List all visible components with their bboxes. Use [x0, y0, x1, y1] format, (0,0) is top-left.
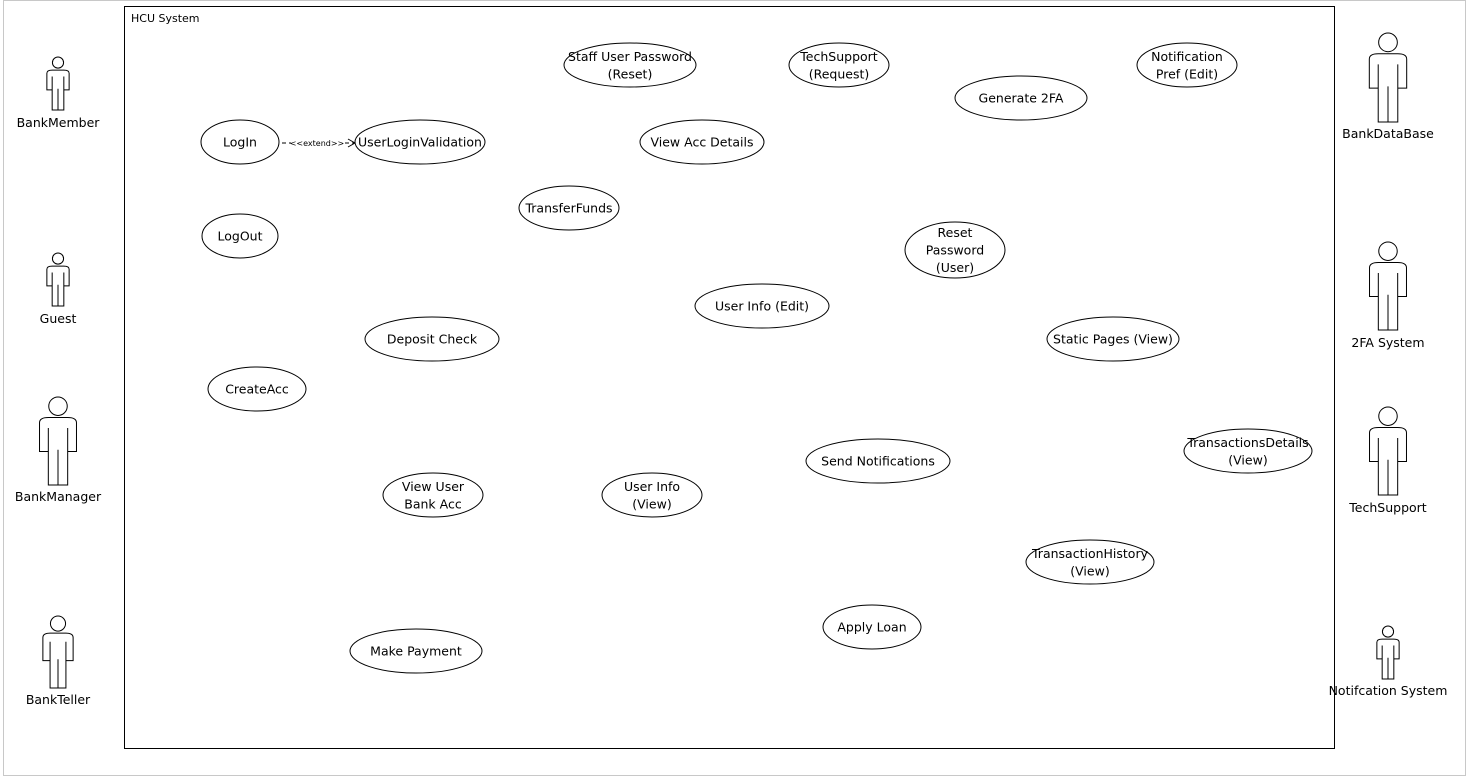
use-case-user-login-validation[interactable]: UserLoginValidation: [354, 119, 486, 165]
use-case-apply-loan[interactable]: Apply Loan: [822, 604, 922, 650]
use-case-label: LogOut: [218, 229, 263, 244]
use-case-label: View Acc Details: [650, 135, 753, 150]
use-case-label: TransferFunds: [524, 201, 612, 216]
actor-head-icon: [49, 615, 67, 632]
use-case-generate-2fa[interactable]: Generate 2FA: [954, 75, 1088, 121]
use-case-user-info-edit[interactable]: User Info (Edit): [694, 283, 830, 329]
use-case-label: TransactionsDetails: [1186, 435, 1308, 450]
extend-label: <<extend>>: [290, 139, 345, 148]
use-case-label: LogIn: [223, 135, 257, 150]
use-case-label: Apply Loan: [837, 620, 906, 635]
use-case-transactions-details-view[interactable]: TransactionsDetails (View): [1183, 428, 1313, 474]
use-case-label: UserLoginValidation: [358, 135, 482, 150]
use-case-user-info-view[interactable]: User Info (View): [601, 472, 703, 518]
actor-head-icon: [1378, 32, 1398, 53]
use-case-logout[interactable]: LogOut: [201, 213, 279, 259]
use-case-label: (View): [632, 496, 671, 511]
use-case-techsupport-request[interactable]: TechSupport (Request): [788, 42, 890, 88]
use-case-make-payment[interactable]: Make Payment: [349, 628, 483, 674]
use-case-label: CreateAcc: [225, 382, 289, 397]
diagram-canvas: HCU System <<extend>> Staff User Passwor…: [3, 0, 1466, 776]
use-case-label: Bank Acc: [404, 496, 462, 511]
use-case-label: (View): [1228, 452, 1267, 467]
use-case-diagram: HCU System <<extend>> Staff User Passwor…: [0, 0, 1469, 777]
use-case-label: Password: [926, 243, 984, 258]
actor-label: BankMember: [17, 115, 101, 130]
use-case-view-user-bank-acc[interactable]: View User Bank Acc: [382, 472, 484, 518]
use-case-label: (Reset): [608, 66, 653, 81]
use-case-label: User Info (Edit): [715, 299, 809, 314]
actor-head-icon: [48, 396, 68, 416]
actor-label: TechSupport: [1348, 500, 1427, 515]
use-case-label: Send Notifications: [821, 454, 935, 469]
use-case-label: TechSupport: [799, 49, 878, 64]
use-case-notification-pref-edit[interactable]: Notification Pref (Edit): [1136, 42, 1238, 88]
use-case-label: (User): [936, 260, 974, 275]
system-title: HCU System: [131, 12, 200, 25]
actor-label: Guest: [40, 311, 77, 326]
use-case-create-acc[interactable]: CreateAcc: [207, 366, 307, 412]
use-case-label: Deposit Check: [387, 332, 478, 347]
use-case-send-notifications[interactable]: Send Notifications: [805, 438, 951, 484]
use-case-label: Make Payment: [370, 644, 462, 659]
extend-relationship: <<extend>>: [282, 137, 357, 148]
actor-head-icon: [51, 56, 65, 69]
use-case-login[interactable]: LogIn: [200, 119, 280, 165]
actor-head-icon: [1378, 406, 1398, 426]
actor-head-icon: [1381, 625, 1395, 638]
use-case-label: Generate 2FA: [979, 91, 1064, 106]
actor-label: BankTeller: [26, 692, 91, 707]
actor-label: Notifcation System: [1329, 683, 1448, 698]
use-case-label: View User: [402, 479, 465, 494]
use-case-label: Static Pages (View): [1053, 332, 1173, 347]
use-case-label: Staff User Password: [568, 49, 692, 64]
use-case-staff-password-reset[interactable]: Staff User Password (Reset): [563, 42, 697, 88]
use-case-transaction-history-view[interactable]: TransactionHistory (View): [1025, 539, 1155, 585]
use-case-label: TransactionHistory: [1031, 546, 1149, 561]
use-case-static-pages-view[interactable]: Static Pages (View): [1046, 316, 1180, 362]
use-case-label: User Info: [624, 479, 680, 494]
use-case-label: Pref (Edit): [1156, 66, 1218, 81]
use-case-label: (View): [1070, 563, 1109, 578]
actor-label: 2FA System: [1351, 335, 1424, 350]
use-case-deposit-check[interactable]: Deposit Check: [364, 316, 500, 362]
actor-head-icon: [1378, 241, 1398, 261]
use-case-view-acc-details[interactable]: View Acc Details: [639, 119, 765, 165]
use-case-reset-password-user[interactable]: Reset Password (User): [904, 221, 1006, 279]
actor-label: BankManager: [15, 489, 102, 504]
actor-label: BankDataBase: [1342, 126, 1434, 141]
use-case-transfer-funds[interactable]: TransferFunds: [518, 185, 620, 231]
use-case-label: Notification: [1151, 49, 1223, 64]
use-case-label: Reset: [938, 225, 973, 240]
actor-head-icon: [51, 252, 65, 265]
use-case-label: (Request): [809, 66, 870, 81]
